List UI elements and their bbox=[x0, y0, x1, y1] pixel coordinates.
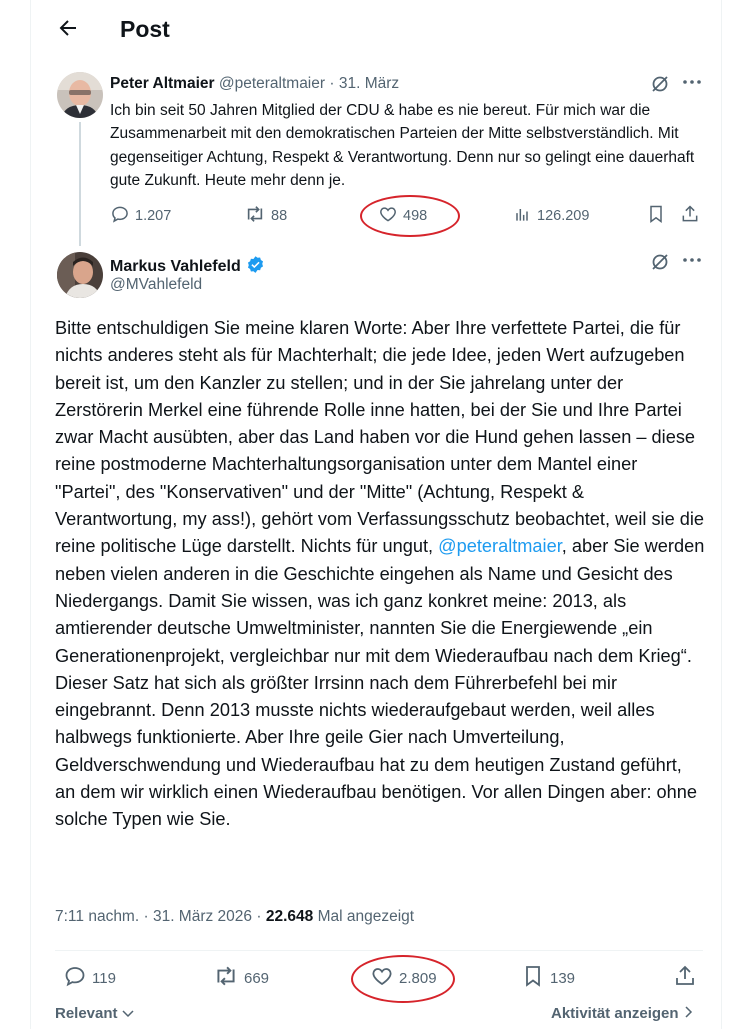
post-time[interactable]: 7:11 nachm. bbox=[55, 908, 139, 925]
repost-button[interactable]: 88 bbox=[244, 204, 287, 228]
activity-label: Aktivität anzeigen bbox=[551, 1005, 679, 1022]
post-meta: 7:11 nachm. · 31. März 2026 · 22.648 Mal… bbox=[55, 908, 414, 926]
like-count: 498 bbox=[403, 208, 428, 224]
reply-button[interactable]: 1.207 bbox=[110, 204, 171, 228]
like-count: 2.809 bbox=[399, 969, 437, 987]
parent-post-text: Ich bin seit 50 Jahren Mitglied der CDU … bbox=[110, 102, 695, 190]
repost-count: 88 bbox=[271, 208, 288, 224]
avatar[interactable] bbox=[57, 252, 103, 298]
meta-separator: · bbox=[329, 75, 335, 92]
analytics-icon bbox=[512, 204, 532, 228]
post-date[interactable]: 31. März bbox=[339, 75, 399, 92]
post-date[interactable]: 31. März 2026 bbox=[153, 908, 252, 925]
meta-separator: · bbox=[256, 908, 262, 925]
author-name[interactable]: Peter Altmaier bbox=[110, 75, 215, 92]
share-button[interactable] bbox=[680, 204, 700, 228]
repost-button[interactable]: 669 bbox=[213, 966, 269, 990]
share-icon bbox=[673, 964, 697, 992]
main-post-actions: 119 669 2.809 139 bbox=[55, 964, 705, 992]
chevron-right-icon bbox=[683, 1005, 693, 1022]
reply-icon bbox=[63, 964, 87, 992]
like-button[interactable]: 2.809 bbox=[370, 966, 437, 990]
repost-count: 669 bbox=[244, 969, 270, 987]
mention-link[interactable]: @peteraltmaier bbox=[438, 536, 562, 556]
arrow-left-icon[interactable] bbox=[56, 16, 84, 44]
meta-separator: · bbox=[143, 908, 149, 925]
views-count: 22.648 bbox=[265, 908, 314, 925]
like-button[interactable]: 498 bbox=[378, 204, 427, 228]
repost-icon bbox=[244, 204, 266, 228]
grok-icon[interactable] bbox=[650, 74, 670, 99]
author-name[interactable]: Markus Vahlefeld bbox=[110, 258, 241, 276]
verified-badge-icon bbox=[246, 255, 265, 279]
views-button[interactable]: 126.209 bbox=[512, 204, 589, 228]
chevron-down-icon bbox=[122, 1005, 134, 1022]
views-count: 126.209 bbox=[537, 208, 590, 224]
views-label: Mal angezeigt bbox=[317, 908, 415, 925]
parent-post-header: Peter Altmaier @peteraltmaier · 31. März bbox=[110, 75, 399, 93]
reply-icon bbox=[110, 204, 130, 228]
post-text-part: , aber Sie werden neben vielen anderen i… bbox=[55, 536, 705, 830]
reply-count: 1.207 bbox=[135, 208, 172, 224]
divider bbox=[55, 950, 703, 951]
bookmark-button[interactable]: 139 bbox=[521, 966, 575, 990]
more-icon[interactable] bbox=[682, 248, 702, 277]
sort-dropdown[interactable]: Relevant bbox=[55, 1005, 134, 1022]
page-header: Post bbox=[0, 0, 750, 62]
author-handle[interactable]: @MVahlefeld bbox=[110, 276, 202, 294]
bookmark-button[interactable] bbox=[646, 204, 666, 228]
more-icon[interactable] bbox=[682, 70, 702, 99]
avatar[interactable] bbox=[57, 72, 103, 118]
post-text-part: Bitte entschuldigen Sie meine klaren Wor… bbox=[55, 318, 705, 557]
share-button[interactable] bbox=[673, 964, 697, 992]
thread-line bbox=[79, 122, 81, 246]
reply-count: 119 bbox=[92, 969, 116, 987]
page-title: Post bbox=[120, 16, 170, 42]
author-handle[interactable]: @peteraltmaier bbox=[219, 75, 325, 92]
parent-post-actions: 1.207 88 498 126.209 bbox=[110, 204, 710, 228]
heart-icon bbox=[370, 964, 394, 992]
bookmark-icon bbox=[646, 204, 666, 228]
heart-icon bbox=[378, 204, 398, 228]
main-post-text: Bitte entschuldigen Sie meine klaren Wor… bbox=[55, 315, 705, 834]
grok-icon[interactable] bbox=[650, 252, 670, 277]
sort-label: Relevant bbox=[55, 1005, 118, 1022]
share-icon bbox=[680, 204, 700, 228]
activity-link[interactable]: Aktivität anzeigen bbox=[551, 1005, 693, 1022]
bookmark-icon bbox=[521, 964, 545, 992]
bookmark-count: 139 bbox=[550, 969, 576, 987]
repost-icon bbox=[213, 964, 239, 992]
reply-button[interactable]: 119 bbox=[63, 966, 116, 990]
